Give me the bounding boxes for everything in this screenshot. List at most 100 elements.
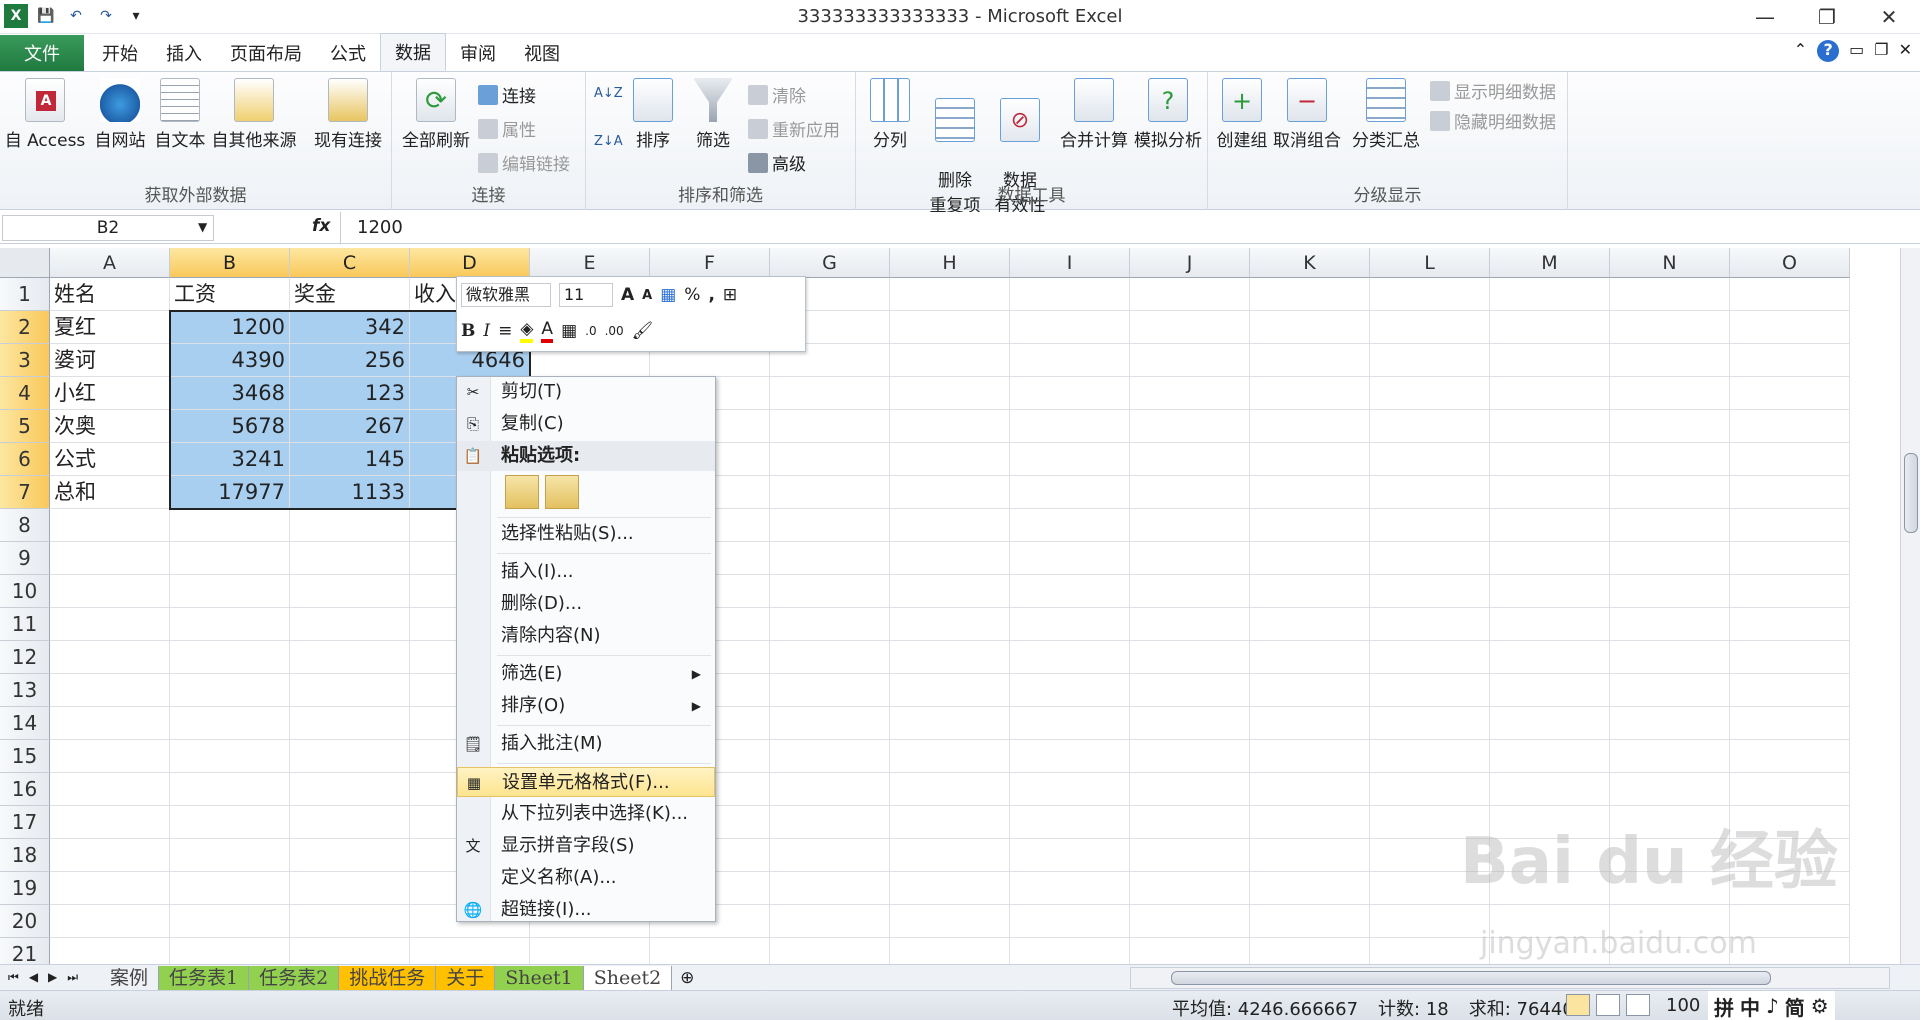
cell-c16[interactable]	[290, 773, 410, 806]
cell-c5[interactable]: 267	[290, 410, 410, 443]
column-header-k[interactable]: K	[1250, 248, 1370, 278]
page-break-view-button[interactable]	[1626, 994, 1650, 1016]
cell-k4[interactable]	[1250, 377, 1370, 410]
paste-values-icon[interactable]	[545, 475, 579, 509]
cell-a14[interactable]	[50, 707, 170, 740]
cell-j20[interactable]	[1130, 905, 1250, 938]
cell-m10[interactable]	[1490, 575, 1610, 608]
cell-b19[interactable]	[170, 872, 290, 905]
cell-a16[interactable]	[50, 773, 170, 806]
help-icon[interactable]: ?	[1817, 40, 1840, 62]
horizontal-scrollbar[interactable]	[1130, 967, 1890, 989]
cell-m5[interactable]	[1490, 410, 1610, 443]
cell-g10[interactable]	[770, 575, 890, 608]
cell-j19[interactable]	[1130, 872, 1250, 905]
cell-k9[interactable]	[1250, 542, 1370, 575]
ungroup-button[interactable]: − 取消组合	[1272, 78, 1342, 151]
vertical-scroll-thumb[interactable]	[1904, 453, 1918, 533]
sheet-tab-task2[interactable]: 任务表2	[249, 965, 340, 990]
reapply-button[interactable]: 重新应用	[748, 116, 840, 141]
normal-view-button[interactable]	[1566, 994, 1590, 1016]
row-header-10[interactable]: 10	[0, 575, 50, 608]
tab-data[interactable]: 数据	[380, 33, 446, 71]
cell-n16[interactable]	[1610, 773, 1730, 806]
cell-h3[interactable]	[890, 344, 1010, 377]
borders-icon[interactable]: ▦	[561, 321, 577, 341]
cell-l5[interactable]	[1370, 410, 1490, 443]
cell-o5[interactable]	[1730, 410, 1850, 443]
cell-c9[interactable]	[290, 542, 410, 575]
cell-b14[interactable]	[170, 707, 290, 740]
row-header-15[interactable]: 15	[0, 740, 50, 773]
cell-c20[interactable]	[290, 905, 410, 938]
cell-a4[interactable]: 小红	[50, 377, 170, 410]
cell-b7[interactable]: 17977	[170, 476, 290, 509]
cell-a11[interactable]	[50, 608, 170, 641]
cell-g7[interactable]	[770, 476, 890, 509]
cell-k10[interactable]	[1250, 575, 1370, 608]
restore-button[interactable]: ❐	[1796, 0, 1858, 34]
sheet-tab-challenge[interactable]: 挑战任务	[339, 965, 437, 990]
cell-o12[interactable]	[1730, 641, 1850, 674]
cell-b16[interactable]	[170, 773, 290, 806]
row-header-18[interactable]: 18	[0, 839, 50, 872]
column-header-b[interactable]: B	[170, 248, 290, 278]
cell-g9[interactable]	[770, 542, 890, 575]
row-header-17[interactable]: 17	[0, 806, 50, 839]
cell-k12[interactable]	[1250, 641, 1370, 674]
cell-l6[interactable]	[1370, 443, 1490, 476]
from-other-sources-button[interactable]: 自其他来源	[208, 78, 300, 151]
cell-o11[interactable]	[1730, 608, 1850, 641]
cell-h5[interactable]	[890, 410, 1010, 443]
text-to-columns-button[interactable]: 分列	[860, 78, 920, 151]
cell-j21[interactable]	[1130, 938, 1250, 964]
last-sheet-icon[interactable]: ⏭	[67, 970, 78, 985]
cell-j12[interactable]	[1130, 641, 1250, 674]
first-sheet-icon[interactable]: ⏮	[8, 970, 19, 985]
cell-o6[interactable]	[1730, 443, 1850, 476]
name-box[interactable]: B2	[2, 215, 214, 241]
cell-l10[interactable]	[1370, 575, 1490, 608]
format-painter-small-icon[interactable]: ⊞	[723, 285, 737, 305]
cell-n15[interactable]	[1610, 740, 1730, 773]
cell-i9[interactable]	[1010, 542, 1130, 575]
cell-b15[interactable]	[170, 740, 290, 773]
tab-insert[interactable]: 插入	[152, 35, 216, 71]
properties-button[interactable]: 属性	[478, 116, 536, 141]
cell-n9[interactable]	[1610, 542, 1730, 575]
sheet-tab-sheet1[interactable]: Sheet1	[495, 965, 584, 990]
cell-k19[interactable]	[1250, 872, 1370, 905]
cell-b10[interactable]	[170, 575, 290, 608]
cell-k16[interactable]	[1250, 773, 1370, 806]
cell-k21[interactable]	[1250, 938, 1370, 964]
cell-i11[interactable]	[1010, 608, 1130, 641]
ime-simplified[interactable]: 简	[1785, 992, 1805, 1020]
cell-c6[interactable]: 145	[290, 443, 410, 476]
cell-g17[interactable]	[770, 806, 890, 839]
cell-o1[interactable]	[1730, 278, 1850, 311]
cell-n12[interactable]	[1610, 641, 1730, 674]
tab-view[interactable]: 视图	[510, 35, 574, 71]
ime-moon-icon[interactable]: ♪	[1766, 994, 1779, 1018]
cell-h21[interactable]	[890, 938, 1010, 964]
cell-i7[interactable]	[1010, 476, 1130, 509]
menu-item-hyperlink[interactable]: 🌐 超链接(I)...	[457, 895, 715, 925]
cell-h17[interactable]	[890, 806, 1010, 839]
zoom-level[interactable]: 100	[1666, 995, 1700, 1016]
cell-m4[interactable]	[1490, 377, 1610, 410]
cell-h16[interactable]	[890, 773, 1010, 806]
increase-decimal-icon[interactable]: .0	[585, 324, 596, 338]
cell-l8[interactable]	[1370, 509, 1490, 542]
cell-m15[interactable]	[1490, 740, 1610, 773]
cell-l12[interactable]	[1370, 641, 1490, 674]
clear-filter-button[interactable]: 清除	[748, 82, 806, 107]
menu-item-format-cells[interactable]: ▦ 设置单元格格式(F)...	[457, 767, 715, 797]
cell-j18[interactable]	[1130, 839, 1250, 872]
row-header-12[interactable]: 12	[0, 641, 50, 674]
cell-k2[interactable]	[1250, 311, 1370, 344]
currency-format-icon[interactable]: ▦	[660, 285, 676, 305]
cell-h6[interactable]	[890, 443, 1010, 476]
cell-m12[interactable]	[1490, 641, 1610, 674]
cell-i2[interactable]	[1010, 311, 1130, 344]
cell-l20[interactable]	[1370, 905, 1490, 938]
